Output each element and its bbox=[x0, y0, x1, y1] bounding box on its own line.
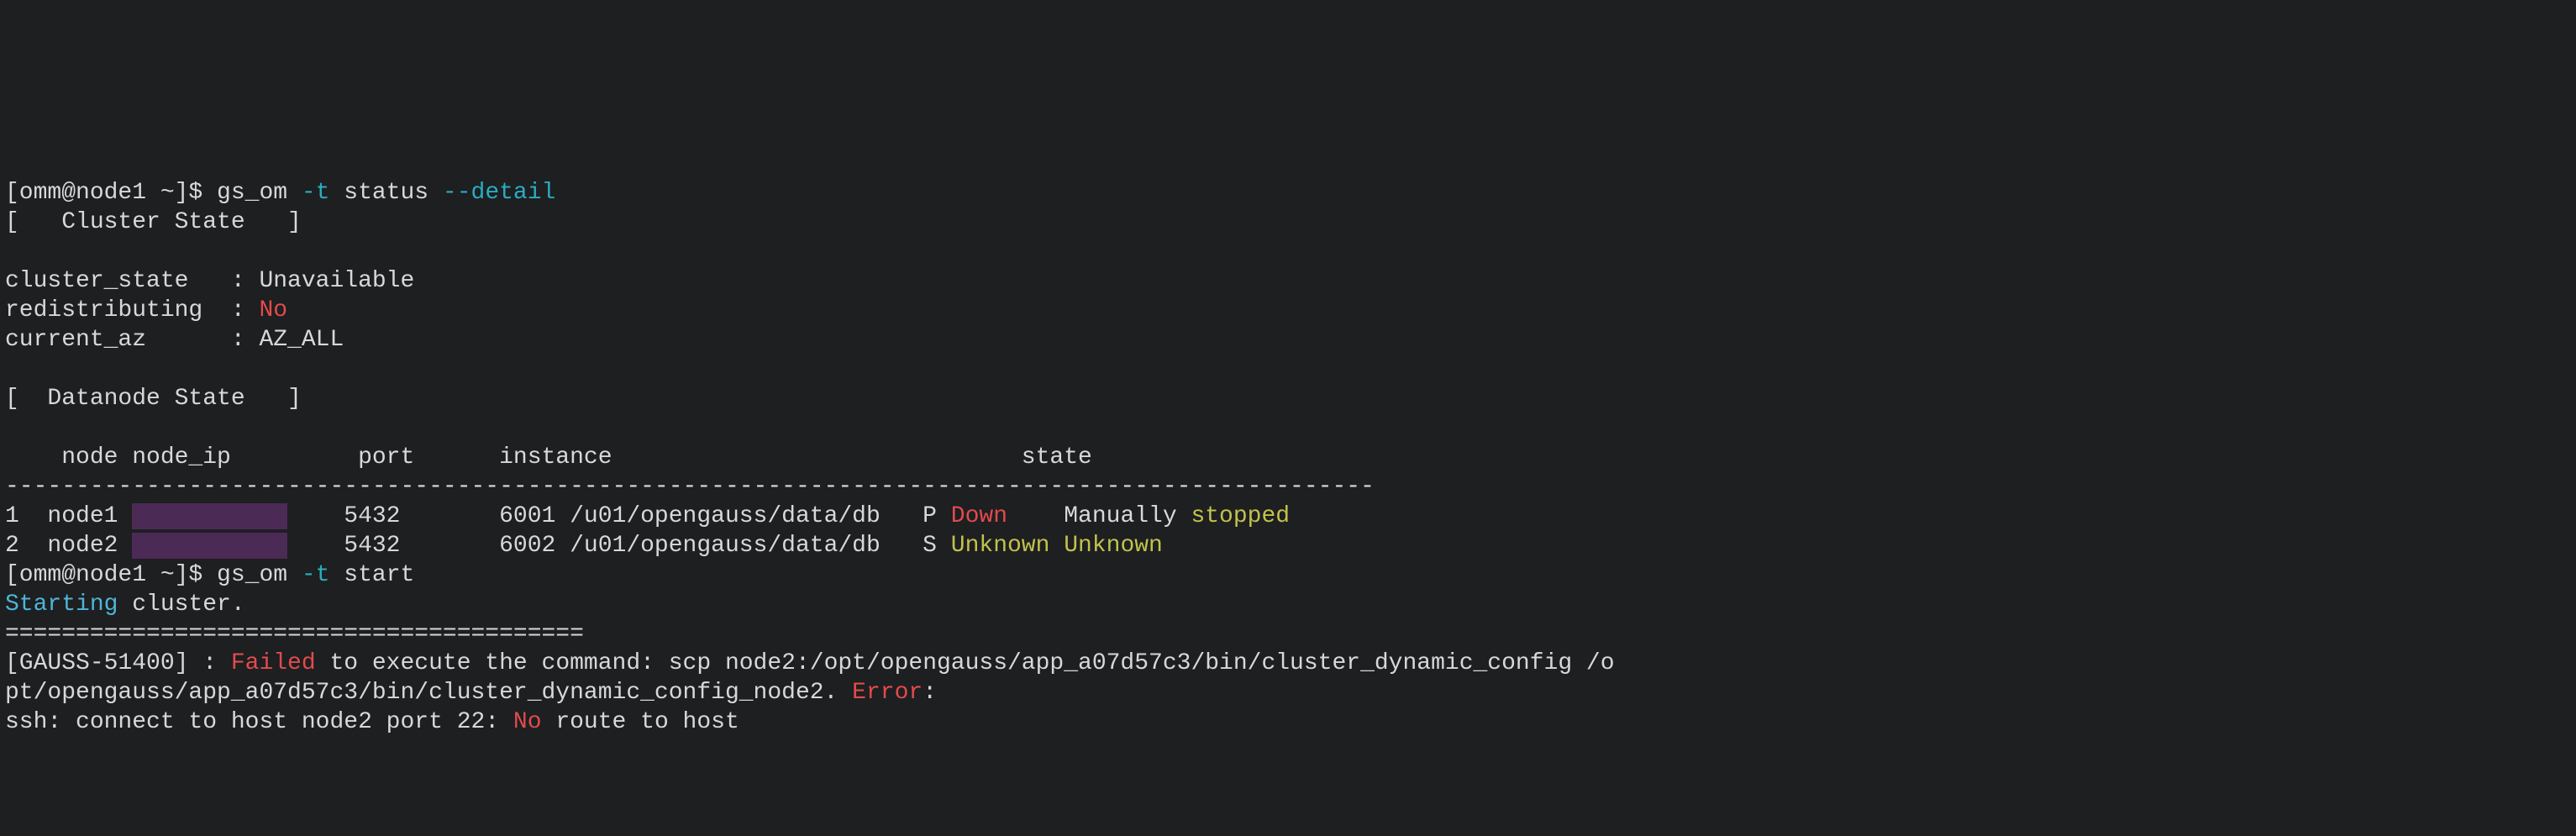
node2-details: 5432 6002 /u01/opengauss/data/db S bbox=[287, 533, 951, 559]
table-divider: ----------------------------------------… bbox=[5, 474, 1375, 500]
cluster-state-label: cluster_state : bbox=[5, 268, 259, 294]
flag-t: -t bbox=[302, 562, 330, 588]
node1-ip-redacted bbox=[132, 503, 287, 529]
node1-manually: Manually bbox=[1007, 503, 1191, 529]
arg-status: status bbox=[329, 180, 442, 206]
starting-cluster-line: Starting cluster. bbox=[5, 592, 245, 618]
table-row-node1: 1 node1 5432 6001 /u01/opengauss/data/db… bbox=[5, 503, 1290, 529]
redistributing-line: redistributing : No bbox=[5, 297, 287, 323]
error-word: Error bbox=[852, 680, 923, 706]
terminal-output: [omm@node1 ~]$ gs_om -t status --detail … bbox=[0, 147, 2576, 739]
node1-state-down: Down bbox=[951, 503, 1007, 529]
flag-t: -t bbox=[302, 180, 330, 206]
space bbox=[1049, 533, 1064, 559]
table-row-node2: 2 node2 5432 6002 /u01/opengauss/data/db… bbox=[5, 533, 1163, 559]
error-line-2: pt/opengauss/app_a07d57c3/bin/cluster_dy… bbox=[5, 680, 937, 706]
cluster-state-line: cluster_state : Unavailable bbox=[5, 268, 414, 294]
node1-id: 1 node1 bbox=[5, 503, 132, 529]
prompt: [omm@node1 ~]$ bbox=[5, 562, 217, 588]
current-az-value: AZ_ALL bbox=[259, 327, 344, 353]
starting-word: Starting bbox=[5, 592, 118, 618]
error-line-3: ssh: connect to host node2 port 22: No r… bbox=[5, 709, 739, 735]
route-text: route to host bbox=[542, 709, 739, 735]
command-gs-om: gs_om bbox=[217, 180, 302, 206]
cluster-state-value: Unavailable bbox=[259, 268, 414, 294]
error-text-1: to execute the command: scp node2:/opt/o… bbox=[316, 650, 1615, 676]
command-gs-om: gs_om bbox=[217, 562, 302, 588]
ssh-text: ssh: connect to host node2 port 22: bbox=[5, 709, 513, 735]
equals-divider: ========================================… bbox=[5, 621, 584, 647]
table-header: node node_ip port instance state bbox=[5, 444, 1092, 471]
cluster-word: cluster. bbox=[118, 592, 244, 618]
node1-details: 5432 6001 /u01/opengauss/data/db P bbox=[287, 503, 951, 529]
datanode-state-header: [ Datanode State ] bbox=[5, 386, 302, 412]
current-az-label: current_az : bbox=[5, 327, 259, 353]
node1-stopped: stopped bbox=[1191, 503, 1290, 529]
failed-word: Failed bbox=[231, 650, 316, 676]
arg-start: start bbox=[329, 562, 414, 588]
error-line-1: [GAUSS-51400] : Failed to execute the co… bbox=[5, 650, 1615, 676]
cluster-state-header: [ Cluster State ] bbox=[5, 209, 302, 235]
error-colon: : bbox=[923, 680, 937, 706]
no-word: No bbox=[513, 709, 542, 735]
redistributing-value: No bbox=[259, 297, 287, 323]
node2-state-unknown: Unknown bbox=[951, 533, 1050, 559]
gauss-code: [GAUSS-51400] : bbox=[5, 650, 231, 676]
prompt: [omm@node1 ~]$ bbox=[5, 180, 217, 206]
prompt-line-2: [omm@node1 ~]$ gs_om -t start bbox=[5, 562, 414, 588]
prompt-line-1: [omm@node1 ~]$ gs_om -t status --detail bbox=[5, 180, 555, 206]
current-az-line: current_az : AZ_ALL bbox=[5, 327, 344, 353]
node2-unknown2: Unknown bbox=[1064, 533, 1163, 559]
redistributing-label: redistributing : bbox=[5, 297, 259, 323]
node2-ip-redacted bbox=[132, 533, 287, 559]
error-text-2: pt/opengauss/app_a07d57c3/bin/cluster_dy… bbox=[5, 680, 852, 706]
node2-id: 2 node2 bbox=[5, 533, 132, 559]
flag-detail: --detail bbox=[443, 180, 555, 206]
